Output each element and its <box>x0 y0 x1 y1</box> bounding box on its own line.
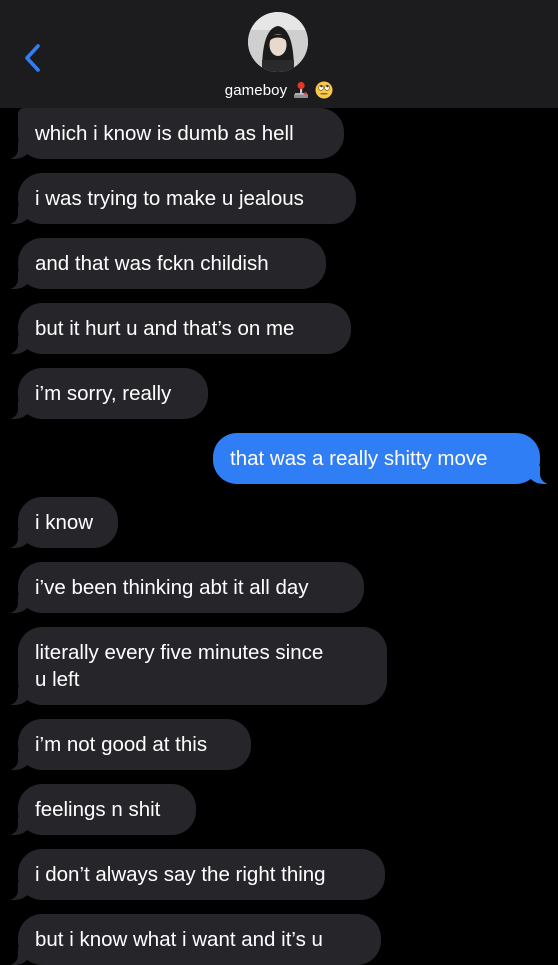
avatar-photo <box>248 12 308 72</box>
received-message-bubble[interactable]: i’ve been thinking abt it all day <box>8 562 364 613</box>
message-text: literally every five minutes since u lef… <box>35 641 324 691</box>
contact-name: gameboy <box>224 81 288 99</box>
message-text: but it hurt u and that’s on me <box>35 317 295 340</box>
message-text: i’ve been thinking abt it all day <box>35 576 309 599</box>
contact-name-row[interactable]: gameboy <box>0 79 558 101</box>
conversation-header: gameboy <box>0 0 558 108</box>
rolling-eyes-emoji-icon <box>315 81 333 99</box>
sent-message-bubble[interactable]: that was a really shitty move <box>213 433 550 484</box>
received-message-bubble[interactable]: i know <box>8 497 118 548</box>
message-text: i’m sorry, really <box>35 382 172 405</box>
message-text: which i know is dumb as hell <box>35 122 294 145</box>
back-button[interactable] <box>18 40 48 76</box>
message-text: and that was fckn childish <box>35 252 269 275</box>
received-message-bubble[interactable]: literally every five minutes since u lef… <box>8 627 387 705</box>
message-text: i don’t always say the right thing <box>35 863 326 886</box>
received-message-bubble[interactable]: i’m sorry, really <box>8 368 208 419</box>
message-text: i was trying to make u jealous <box>35 187 304 210</box>
received-message-bubble[interactable]: i’m not good at this <box>8 719 251 770</box>
received-message-bubble[interactable]: and that was fckn childish <box>8 238 326 289</box>
contact-avatar[interactable] <box>248 12 308 72</box>
received-message-bubble[interactable]: but i know what i want and it’s u <box>8 914 381 965</box>
message-text: but i know what i want and it’s u <box>35 928 323 951</box>
message-thread: which i know is dumb as hell i was tryin… <box>0 0 558 965</box>
message-text: that was a really shitty move <box>230 447 488 470</box>
received-message-bubble[interactable]: i don’t always say the right thing <box>8 849 385 900</box>
joystick-emoji-icon <box>292 81 310 99</box>
message-text: i know <box>35 511 94 534</box>
message-text: i’m not good at this <box>35 733 208 756</box>
chevron-left-icon <box>25 44 40 72</box>
received-message-bubble[interactable]: which i know is dumb as hell <box>8 108 344 159</box>
message-text: feelings n shit <box>35 798 161 821</box>
received-message-bubble[interactable]: i was trying to make u jealous <box>8 173 356 224</box>
received-message-bubble[interactable]: feelings n shit <box>8 784 196 835</box>
received-message-bubble[interactable]: but it hurt u and that’s on me <box>8 303 351 354</box>
